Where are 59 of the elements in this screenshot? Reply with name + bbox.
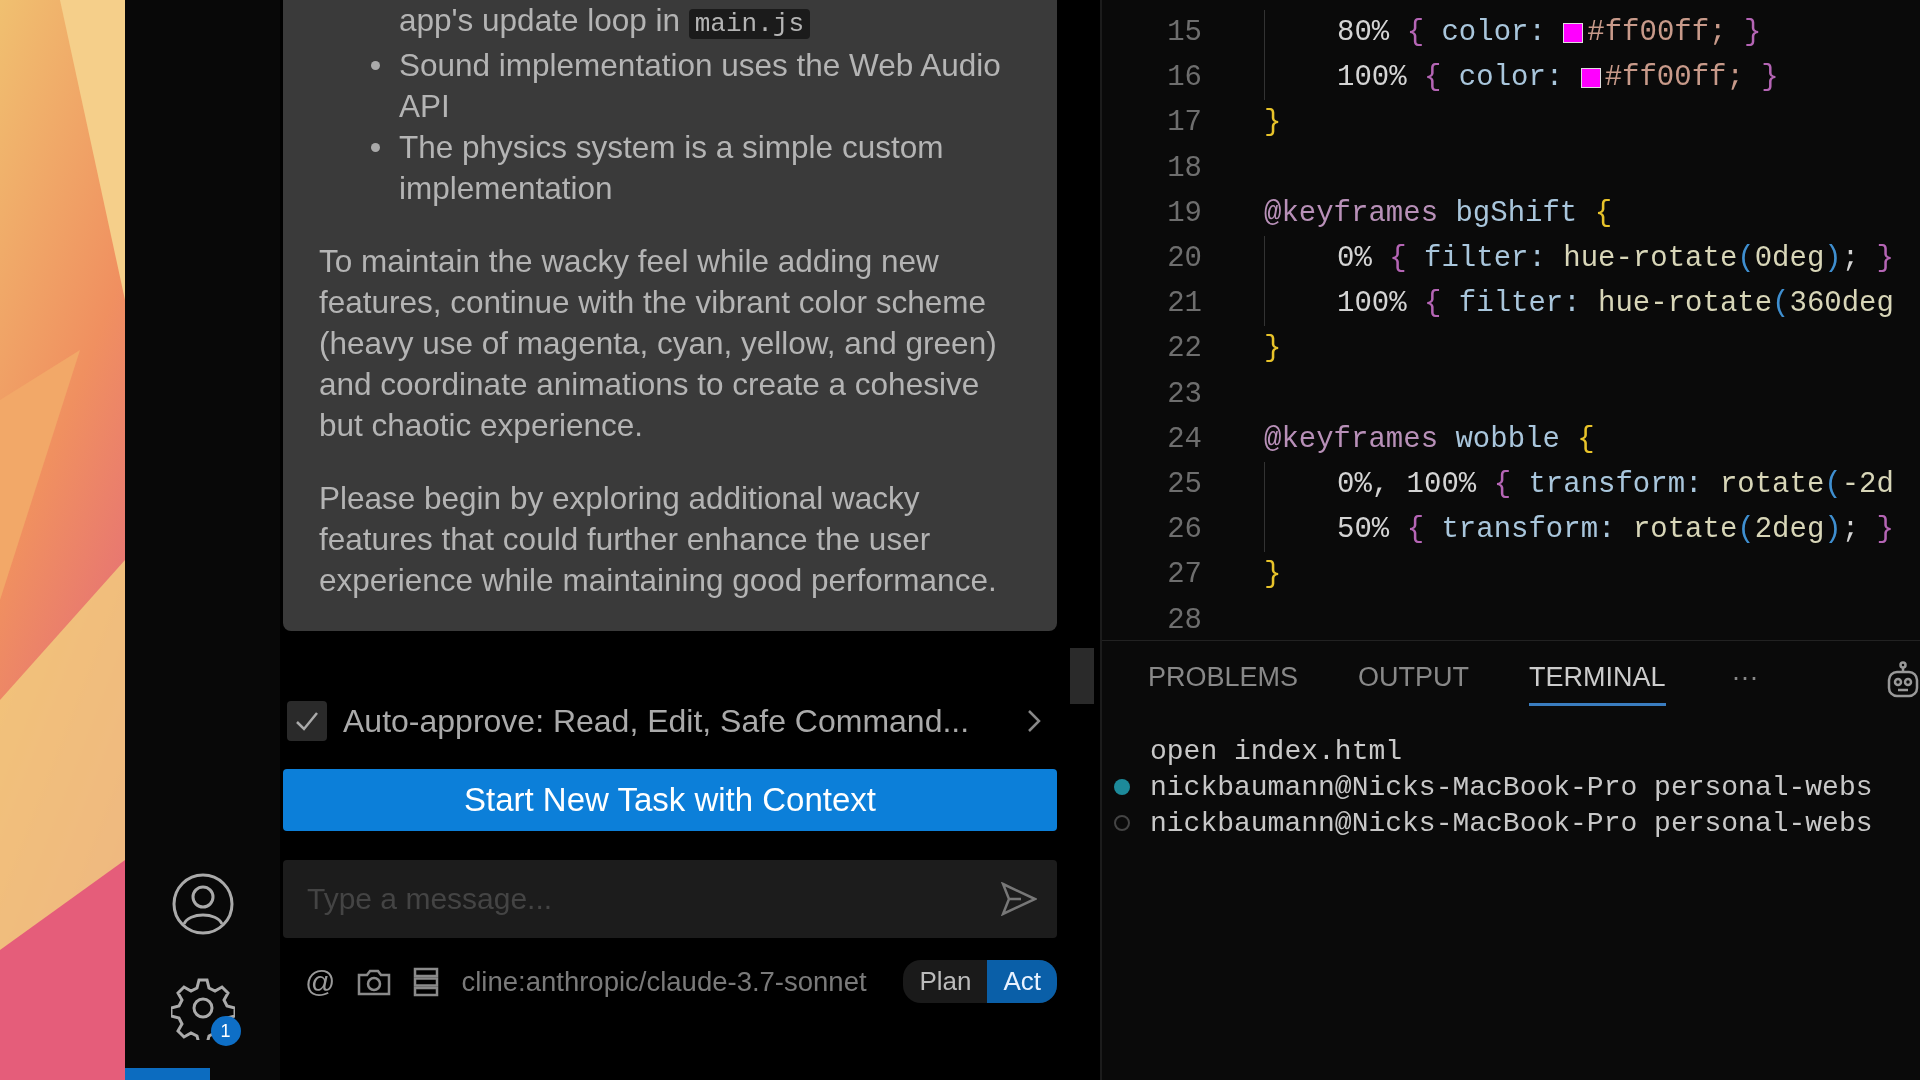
line-number: 22 <box>1166 332 1202 366</box>
line-number: 23 <box>1166 377 1202 411</box>
code-line: 100% { filter: hue-rotate(360deg <box>1264 281 1894 327</box>
color-swatch[interactable] <box>1563 22 1584 43</box>
line-number: 20 <box>1166 242 1202 276</box>
code-line: 100% { color: #ff00ff; } <box>1264 55 1779 101</box>
checkbox[interactable] <box>287 701 327 741</box>
panel-tab[interactable]: TERMINAL <box>1529 648 1666 706</box>
line-number: 21 <box>1166 287 1202 321</box>
code-line: } <box>1264 106 1282 140</box>
server-icon[interactable] <box>413 966 440 997</box>
code-line: } <box>1264 332 1282 366</box>
line-number: 24 <box>1166 422 1202 456</box>
code-line: @keyframes bgShift { <box>1264 196 1613 230</box>
code-line: @keyframes wobble { <box>1264 422 1595 456</box>
mention-button[interactable]: @ <box>305 964 336 999</box>
line-number: 27 <box>1166 558 1202 592</box>
bullet <box>371 143 380 152</box>
send-icon[interactable] <box>1001 882 1037 916</box>
color-swatch[interactable] <box>1580 67 1601 88</box>
code-line: } <box>1264 558 1282 592</box>
list-item-text: The physics system is a simple custom implementation <box>399 128 945 208</box>
mode-toggle-option[interactable]: Plan <box>903 960 988 1003</box>
terminal-line: nickbaumann@Nicks-MacBook-Pro personal-webs <box>1150 771 1873 803</box>
terminal-line: nickbaumann@Nicks-MacBook-Pro personal-webs <box>1150 807 1873 839</box>
robot-icon[interactable] <box>1886 661 1920 699</box>
code-line: 80% { color: #ff00ff; } <box>1264 10 1762 56</box>
status-dot <box>1114 779 1130 795</box>
line-number: 26 <box>1166 513 1202 547</box>
panel-tab[interactable]: OUTPUT <box>1358 648 1470 706</box>
chevron-right-icon[interactable] <box>1027 709 1041 733</box>
list-item-text: app's update loop in main.js <box>319 0 1021 45</box>
message-paragraph: To maintain the wacky feel while adding new features, continue with the vibrant color scheme (heavy use of magenta, cyan, yellow, and green) and coordinate animations to create a cohesive but chaotic experience. <box>319 242 998 445</box>
auto-approve-label[interactable]: Auto-approve: Read, Edit, Safe Command... <box>343 702 1011 740</box>
more-button[interactable]: ··· <box>1725 660 1765 694</box>
scrollbar-thumb[interactable] <box>1070 648 1094 704</box>
line-number: 25 <box>1166 467 1202 501</box>
line-number: 28 <box>1166 603 1202 637</box>
panel-tab[interactable]: PROBLEMS <box>1148 648 1299 706</box>
model-selector[interactable]: cline:anthropic/claude-3.7-sonnet <box>461 965 882 998</box>
code-line: 50% { transform: rotate(2deg); } <box>1264 507 1894 553</box>
camera-icon[interactable] <box>357 967 392 996</box>
line-number: 17 <box>1166 106 1202 140</box>
mode-toggle-option[interactable]: Act <box>987 960 1057 1003</box>
code-line: 0%, 100% { transform: rotate(-2d <box>1264 461 1894 507</box>
line-number: 19 <box>1166 196 1202 230</box>
code-line: 0% { filter: hue-rotate(0deg); } <box>1264 236 1894 282</box>
line-number: 18 <box>1166 151 1202 185</box>
line-number: 16 <box>1166 61 1202 95</box>
notification-badge: 1 <box>210 1016 241 1046</box>
terminal-line: open index.html <box>1150 735 1403 767</box>
inline-code: main.js <box>688 9 810 39</box>
bullet <box>371 61 380 70</box>
line-number: 15 <box>1166 16 1202 50</box>
message-paragraph: Please begin by exploring additional wacky features that could further enhance the user experience while maintaining good performance. <box>319 479 998 600</box>
account-icon[interactable] <box>170 872 235 936</box>
new-task-button[interactable]: Start New Task with Context <box>283 769 1057 831</box>
status-dot <box>1114 815 1130 831</box>
list-item-text: Sound implementation uses the Web Audio API <box>399 46 1002 126</box>
